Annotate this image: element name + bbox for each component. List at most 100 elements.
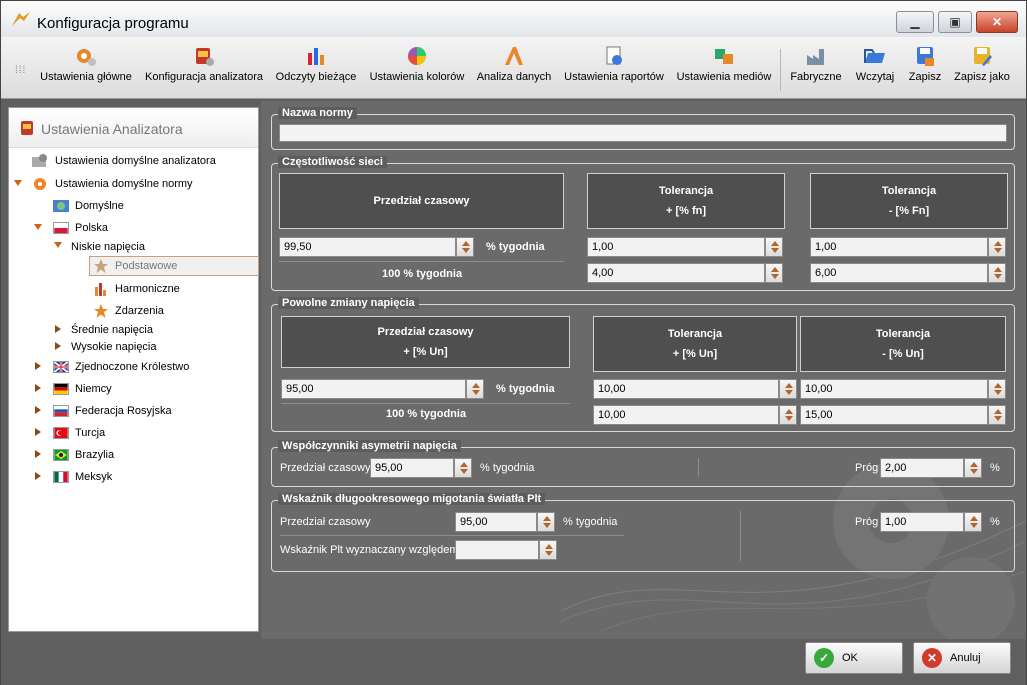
window-title: Konfiguracja programu	[37, 15, 189, 32]
plt-threshold-input[interactable]: 1,00	[880, 512, 964, 532]
freq-tol-plus-2-input[interactable]: 4,00	[587, 263, 765, 283]
freq-tol-minus-2-input[interactable]: 6,00	[810, 263, 988, 283]
freq-period-input[interactable]: 99,50	[279, 237, 456, 257]
plt-period-input[interactable]: 95,00	[455, 512, 537, 532]
tree-item-basic[interactable]: Podstawowe	[89, 256, 259, 276]
plt-relative-select[interactable]	[455, 540, 539, 560]
freq-tol-minus-2-spinner[interactable]	[988, 263, 1006, 283]
sv-tol-minus-1-input[interactable]: 10,00	[800, 379, 988, 399]
tree-item-mexico[interactable]: Meksyk	[53, 467, 112, 487]
toolbar-data-analysis[interactable]: Analiza danych	[475, 45, 553, 83]
sv-tol-plus-2-input[interactable]: 10,00	[593, 405, 779, 425]
slow-voltage-group: Powolne zmiany napięcia Przedział czasow…	[271, 297, 1015, 432]
plt-period-spinner[interactable]	[537, 512, 555, 532]
tree-item-germany[interactable]: Niemcy	[53, 379, 112, 399]
plt-period-label: Przedział czasowy	[280, 516, 371, 528]
tree-item-russia[interactable]: Federacja Rosyjska	[53, 401, 172, 421]
sv-tol-plus-2-spinner[interactable]	[779, 405, 797, 425]
tree-item-brazil[interactable]: Brazylia	[53, 445, 114, 465]
close-button[interactable]: ✕	[976, 11, 1018, 33]
data-analysis-icon	[505, 47, 523, 65]
collapse-arrow-icon[interactable]	[35, 472, 41, 480]
freq-tol-minus-1-input[interactable]: 1,00	[810, 237, 988, 257]
collapse-arrow-icon[interactable]	[35, 428, 41, 436]
sv-period-spinner[interactable]	[466, 379, 484, 399]
ok-button[interactable]: ✓ OK	[805, 642, 903, 674]
sv-tol-plus-1-input[interactable]: 10,00	[593, 379, 779, 399]
cancel-button[interactable]: ✕ Anuluj	[913, 642, 1011, 674]
save-icon	[917, 47, 934, 66]
sv-tol-minus-2-input[interactable]: 15,00	[800, 405, 988, 425]
asym-threshold-spinner[interactable]	[964, 458, 982, 478]
tree-item-uk[interactable]: Zjednoczone Królestwo	[53, 357, 189, 377]
tree-item-default[interactable]: Domyślne	[53, 196, 124, 216]
minimize-button[interactable]: ▁	[896, 11, 934, 33]
close-icon: ✕	[991, 15, 1003, 29]
toolbar-save[interactable]: Zapisz	[906, 45, 944, 83]
sv-tol-plus-1-spinner[interactable]	[779, 379, 797, 399]
plt-threshold-spinner[interactable]	[964, 512, 982, 532]
asym-period-spinner[interactable]	[454, 458, 472, 478]
asym-period-input[interactable]: 95,00	[370, 458, 454, 478]
tree-title: Ustawienia Analizatora	[41, 121, 183, 137]
sv-full-period: 100 % tygodnia	[386, 408, 467, 420]
collapse-arrow-icon[interactable]	[35, 406, 41, 414]
freq-period-unit: % tygodnia	[486, 241, 545, 253]
expand-arrow-icon[interactable]	[14, 180, 22, 186]
freq-tol-minus-header: Tolerancja - [% Fn]	[810, 173, 1008, 229]
star-icon	[94, 259, 108, 273]
toolbar-load[interactable]: Wczytaj	[853, 45, 897, 83]
expand-arrow-icon[interactable]	[34, 224, 42, 230]
collapse-arrow-icon[interactable]	[35, 362, 41, 370]
norm-name-input[interactable]	[279, 124, 1007, 142]
collapse-arrow-icon[interactable]	[55, 342, 61, 350]
report-icon	[606, 46, 622, 65]
minimize-icon: ▁	[910, 15, 920, 29]
collapse-arrow-icon[interactable]	[55, 325, 61, 333]
toolbar-main-settings[interactable]: Ustawienia główne	[39, 45, 133, 83]
sv-tol-minus-2-spinner[interactable]	[988, 405, 1006, 425]
asym-threshold-input[interactable]: 2,00	[880, 458, 964, 478]
sv-period-input[interactable]: 95,00	[281, 379, 466, 399]
tree-item-poland[interactable]: Polska	[53, 218, 108, 238]
asym-threshold-unit: %	[990, 462, 1000, 474]
toolbar-factory[interactable]: Fabryczne	[789, 45, 843, 83]
settings-panel: Nazwa normy Częstotliwość sieci Przedzia…	[261, 101, 1026, 639]
asym-period-label: Przedział czasowy	[280, 462, 371, 474]
freq-tol-plus-1-input[interactable]: 1,00	[587, 237, 765, 257]
divider	[280, 535, 624, 536]
maximize-icon: ▣	[949, 15, 961, 29]
tree-item-high-voltage[interactable]: Wysokie napięcia	[71, 337, 157, 357]
tree-item-norm-defaults[interactable]: Ustawienia domyślne normy	[31, 174, 193, 194]
flag-turkey-icon	[53, 427, 69, 439]
collapse-arrow-icon[interactable]	[35, 450, 41, 458]
toolbar-color-settings[interactable]: Ustawienia kolorów	[368, 45, 466, 83]
color-wheel-icon	[408, 47, 426, 65]
collapse-arrow-icon[interactable]	[35, 384, 41, 392]
tree-item-analyzer-defaults[interactable]: Ustawienia domyślne analizatora	[31, 151, 216, 171]
tree-item-harmonics[interactable]: Harmoniczne	[93, 279, 180, 299]
toolbar-media-settings[interactable]: Ustawienia mediów	[676, 45, 772, 83]
freq-full-period: 100 % tygodnia	[382, 268, 463, 280]
toolbar-analyzer-config[interactable]: Konfiguracja analizatora	[143, 45, 265, 83]
tree-item-events[interactable]: Zdarzenia	[93, 301, 164, 321]
cancel-icon: ✕	[922, 648, 942, 668]
chevron-down-icon[interactable]	[539, 540, 557, 560]
freq-tol-plus-1-spinner[interactable]	[765, 237, 783, 257]
divider	[279, 261, 564, 262]
tree-item-turkey[interactable]: Turcja	[53, 423, 105, 443]
sv-tol-minus-1-spinner[interactable]	[988, 379, 1006, 399]
toolbar-current-readings[interactable]: Odczyty bieżące	[274, 45, 358, 83]
freq-tol-minus-1-spinner[interactable]	[988, 237, 1006, 257]
toolbar-separator	[780, 49, 781, 91]
toolbar-grip-icon[interactable]: ⁞⁞⁞	[15, 65, 26, 76]
toolbar-save-as[interactable]: Zapisz jako	[952, 45, 1012, 83]
expand-arrow-icon[interactable]	[54, 242, 62, 248]
config-window: Konfiguracja programu ▁ ▣ ✕ ⁞⁞⁞ Ustawien…	[0, 0, 1027, 685]
divider	[740, 511, 741, 561]
freq-period-spinner[interactable]	[456, 237, 474, 257]
tree-item-low-voltage[interactable]: Niskie napięcia	[71, 237, 145, 257]
toolbar-report-settings[interactable]: Ustawienia raportów	[562, 45, 666, 83]
freq-tol-plus-2-spinner[interactable]	[765, 263, 783, 283]
maximize-button[interactable]: ▣	[938, 11, 972, 33]
